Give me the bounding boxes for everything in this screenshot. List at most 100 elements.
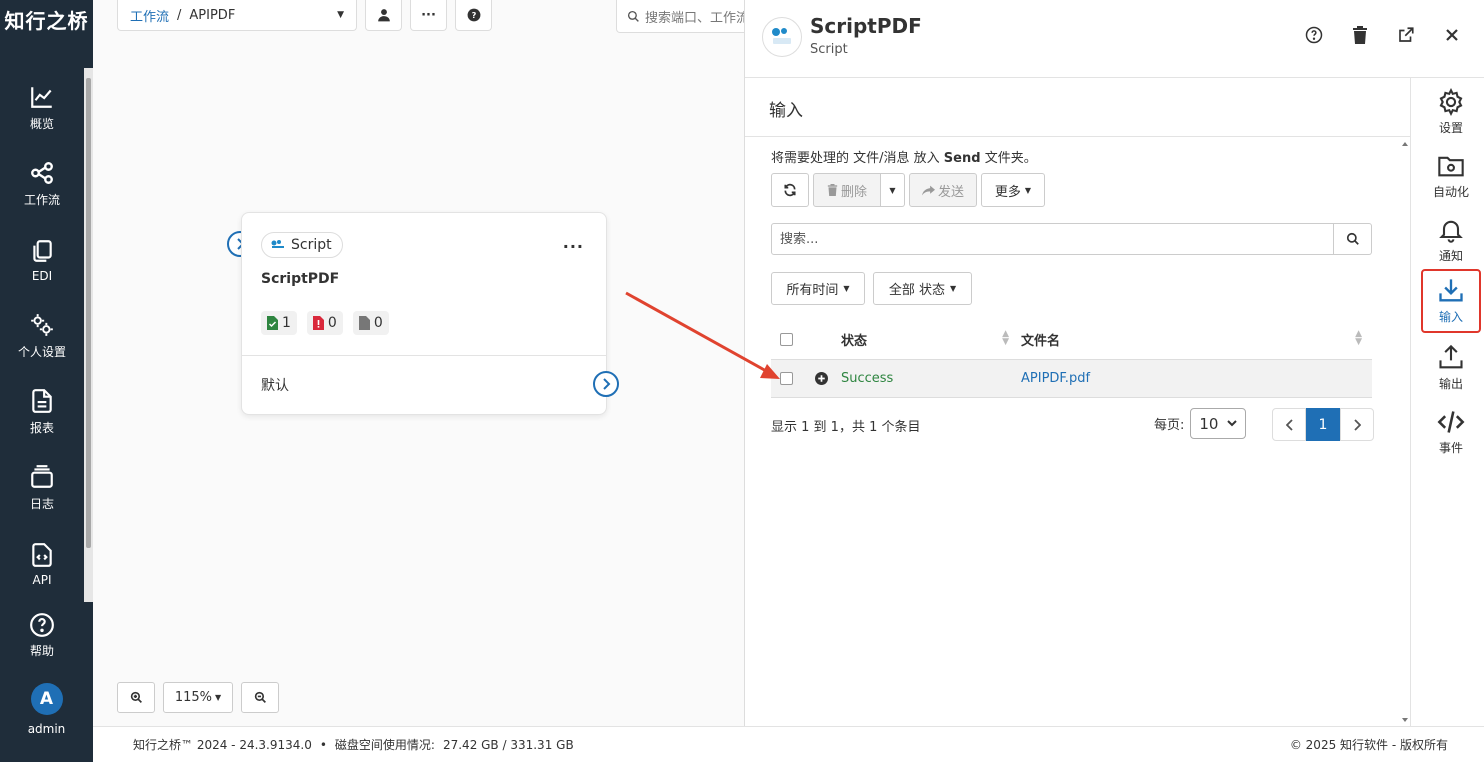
port-search-input[interactable]: 搜索端口、工作流 xyxy=(616,0,756,33)
sidebar-item-api[interactable]: API xyxy=(0,526,84,602)
scroll-up-icon[interactable] xyxy=(1400,140,1410,148)
success-count[interactable]: 1 xyxy=(261,311,297,335)
page-size-value: 10 xyxy=(1199,414,1219,433)
sidebar-item-label: 工作流 xyxy=(23,193,60,207)
caret-down-icon: ▼ xyxy=(889,185,896,195)
more-actions-label: 更多 xyxy=(994,184,1021,200)
send-button-label: 发送 xyxy=(937,184,964,200)
caret-down-icon: ▼ xyxy=(843,284,850,293)
panel-open-external-button[interactable] xyxy=(1395,24,1417,46)
copy-icon xyxy=(33,239,52,262)
side-nav-input[interactable]: 输入 xyxy=(1421,269,1481,333)
page-button-current[interactable]: 1 xyxy=(1306,408,1340,441)
workflow-node[interactable]: Script ··· ScriptPDF 1 0 0 默认 xyxy=(241,212,607,415)
expand-row-icon[interactable] xyxy=(814,372,828,385)
panel-close-button[interactable] xyxy=(1441,24,1463,46)
status-filter-dropdown[interactable]: 全部 状态 ▼ xyxy=(873,272,972,305)
user-menu[interactable]: A admin xyxy=(0,683,93,736)
hint-suffix: 文件夹。 xyxy=(984,151,1037,166)
pending-count-value: 0 xyxy=(373,315,383,331)
download-icon xyxy=(1439,279,1463,302)
pending-count[interactable]: 0 xyxy=(352,311,389,335)
user-name: admin xyxy=(27,722,66,736)
zoom-out-button[interactable] xyxy=(241,682,279,713)
script-logo-icon xyxy=(271,240,284,248)
refresh-button[interactable] xyxy=(771,173,809,207)
side-nav-settings[interactable]: 设置 xyxy=(1421,80,1481,144)
upload-icon xyxy=(1439,344,1463,369)
file-text-icon xyxy=(32,389,52,413)
panel-help-button[interactable] xyxy=(1303,24,1325,46)
sidebar-item-help[interactable]: 帮助 xyxy=(0,605,84,665)
delete-button-label: 删除 xyxy=(840,184,867,200)
sidebar-item-logs[interactable]: 日志 xyxy=(0,450,84,526)
panel-scrollbar[interactable] xyxy=(1400,138,1410,726)
sort-icon: ▲ ▼ xyxy=(1355,329,1362,347)
row-checkbox[interactable] xyxy=(779,372,793,385)
pagination: 1 xyxy=(1272,408,1374,441)
node-menu-button[interactable]: ··· xyxy=(563,237,584,256)
more-button[interactable]: ··· xyxy=(410,0,447,31)
side-nav-automation[interactable]: 自动化 xyxy=(1421,144,1481,208)
sidebar-item-reports[interactable]: 报表 xyxy=(0,374,84,450)
page-size: 每页: 10 xyxy=(1154,408,1247,439)
send-button[interactable]: 发送 xyxy=(909,173,977,207)
side-nav-output[interactable]: 输出 xyxy=(1421,336,1481,400)
help-button[interactable]: ? xyxy=(455,0,492,31)
zoom-in-button[interactable] xyxy=(117,682,155,713)
sidebar-item-workflow[interactable]: 工作流 xyxy=(0,146,84,222)
file-search-input[interactable] xyxy=(771,223,1334,255)
sidebar-item-label: EDI xyxy=(31,268,53,283)
zoom-level-dropdown[interactable]: 115% ▼ xyxy=(163,682,233,713)
input-toolbar: 删除 ▼ 发送 更多 ▼ xyxy=(771,173,1045,207)
avatar[interactable]: A xyxy=(30,683,63,715)
sidebar-item-overview[interactable]: 概览 xyxy=(0,70,84,146)
user-button[interactable] xyxy=(365,0,402,31)
panel-header-actions xyxy=(1303,24,1463,46)
error-count-value: 0 xyxy=(327,315,337,331)
breadcrumb[interactable]: 工作流 / APIPDF ▼ xyxy=(117,0,357,31)
trash-icon xyxy=(827,184,838,196)
row-filename-link[interactable]: APIPDF.pdf xyxy=(1021,371,1090,386)
side-nav-label: 输入 xyxy=(1438,310,1463,324)
scroll-down-icon[interactable] xyxy=(1400,716,1410,724)
chevron-right-icon xyxy=(603,378,611,390)
trash-icon xyxy=(1353,26,1367,44)
sidebar-item-edi[interactable]: EDI xyxy=(0,222,84,298)
chevron-left-icon xyxy=(1285,418,1293,431)
node-divider xyxy=(242,355,606,356)
node-output-port[interactable] xyxy=(593,371,619,397)
panel-subtitle: Script xyxy=(810,42,848,57)
search-icon xyxy=(627,10,639,22)
time-filter-dropdown[interactable]: 所有时间 ▼ xyxy=(771,272,865,305)
panel-title: ScriptPDF xyxy=(810,14,922,38)
sidebar-scroll-thumb[interactable] xyxy=(86,78,91,548)
column-status[interactable]: 状态 ▲ ▼ xyxy=(841,330,1021,350)
file-search-button[interactable] xyxy=(1334,223,1372,255)
sidebar-item-settings[interactable]: 个人设置 xyxy=(0,298,84,374)
next-page-button[interactable] xyxy=(1340,408,1374,441)
delete-button[interactable]: 删除 xyxy=(813,173,881,207)
side-nav-events[interactable]: 事件 xyxy=(1421,400,1481,464)
workflow-canvas[interactable]: 工作流 / APIPDF ▼ ··· ? 搜索端口、工作流 Script ···… xyxy=(93,0,756,726)
footer: 知行之桥™ 2024 - 24.3.9134.0 • 磁盘空间使用情况: 27.… xyxy=(93,726,1484,762)
table-row[interactable]: Success APIPDF.pdf xyxy=(771,360,1372,398)
delete-options-dropdown[interactable]: ▼ xyxy=(881,173,905,207)
more-actions-dropdown[interactable]: 更多 ▼ xyxy=(981,173,1045,207)
error-count[interactable]: 0 xyxy=(306,311,343,335)
file-code-icon xyxy=(32,542,52,567)
breadcrumb-root[interactable]: 工作流 xyxy=(130,6,169,25)
column-status-label: 状态 xyxy=(841,334,868,349)
prev-page-button[interactable] xyxy=(1272,408,1306,441)
column-filename[interactable]: 文件名 ▲ ▼ xyxy=(1021,329,1372,350)
side-nav-notifications[interactable]: 通知 xyxy=(1421,208,1481,272)
brand-logo[interactable]: 知行之桥 xyxy=(0,0,93,38)
sidebar-scrollbar[interactable] xyxy=(84,68,93,602)
page-size-select[interactable]: 10 xyxy=(1190,408,1247,439)
breadcrumb-current: APIPDF xyxy=(189,7,236,23)
panel-delete-button[interactable] xyxy=(1349,24,1371,46)
sidebar-item-label: 个人设置 xyxy=(17,345,66,359)
node-counts: 1 0 0 xyxy=(261,311,389,335)
side-nav-label: 输出 xyxy=(1438,377,1463,391)
select-all-checkbox[interactable] xyxy=(779,333,793,346)
